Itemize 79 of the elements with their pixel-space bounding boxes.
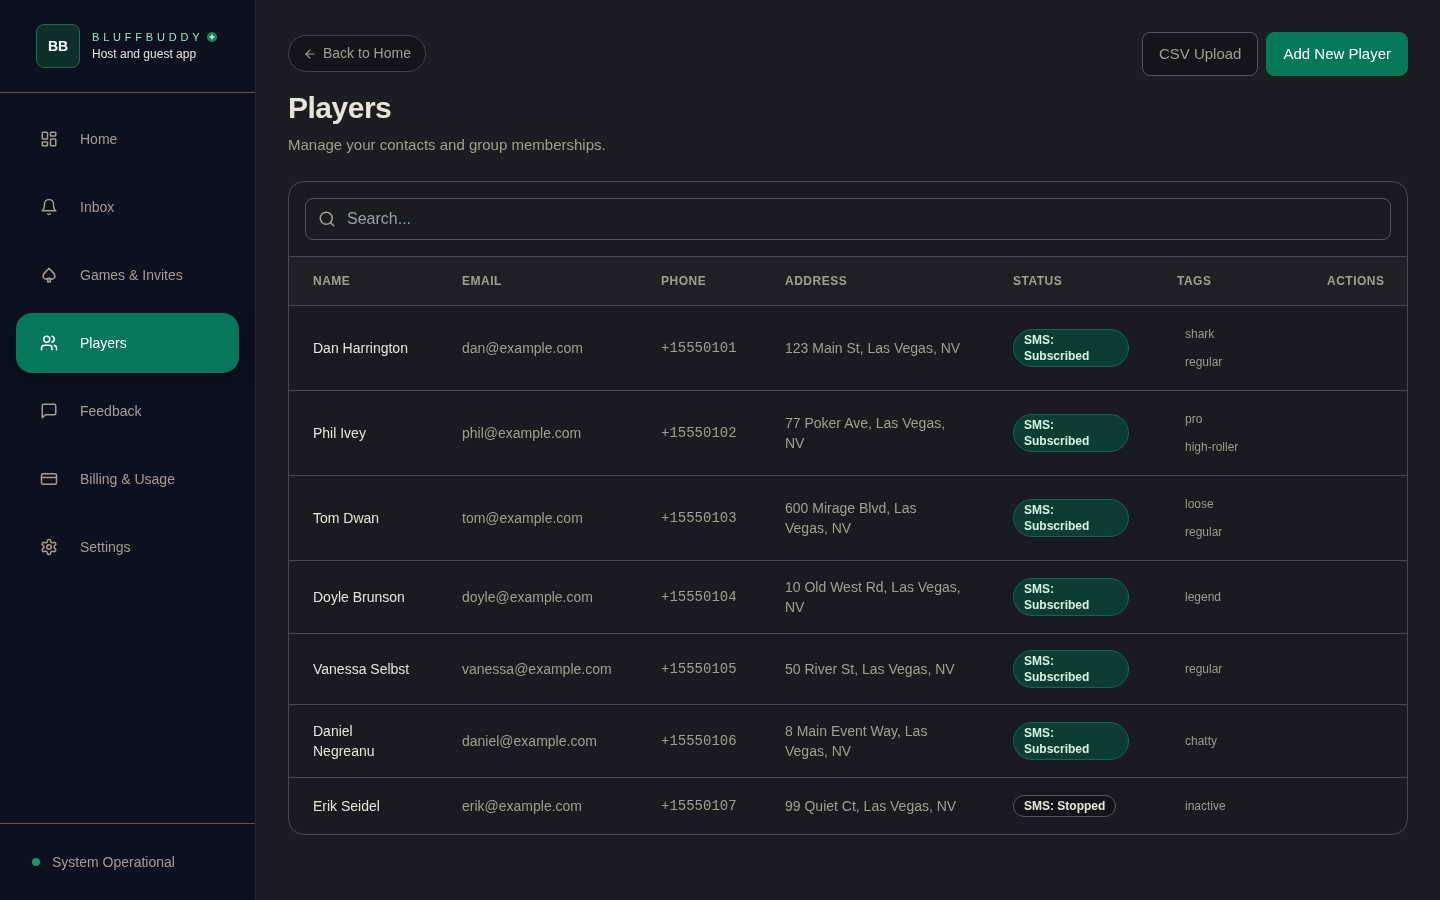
tag-text: regular [1184,353,1224,371]
back-button[interactable]: Back to Home [288,35,426,72]
address-text: 8 Main Event Way, Las Vegas, NV [785,721,929,761]
plus-circle-icon [207,32,218,42]
player-name: Doyle Brunson [313,588,405,605]
nav-item[interactable]: Billing & Usage [16,449,239,509]
credit-card-icon [40,470,58,488]
logo-tile: BB [36,24,80,68]
users-icon [40,334,58,352]
email-text: vanessa@example.com [462,660,612,677]
sms-status-badge: SMS: Subscribed [1013,498,1129,537]
address-text: 600 Mirage Blvd, Las Vegas, NV [785,498,918,538]
sms-status-badge: SMS: Subscribed [1013,328,1129,367]
tag-text: regular [1184,523,1224,541]
brand-tagline: Host and guest app [92,46,198,62]
phone-number: +15550103 [661,510,737,526]
column-header: PHONE [661,273,707,288]
sms-status-badge: SMS: Stopped [1013,794,1117,817]
tag-text: loose [1184,495,1215,513]
address-text: 50 River St, Las Vegas, NV [785,659,955,679]
address-text: 77 Poker Ave, Las Vegas, NV [785,413,947,453]
sms-status-badge: SMS: Subscribed [1013,577,1129,616]
sms-status-badge: SMS: Subscribed [1013,721,1129,760]
phone-number: +15550106 [661,733,737,749]
nav-item[interactable]: Inbox [16,177,239,237]
sms-status-badge: SMS: Subscribed [1013,649,1129,688]
address-text: 99 Quiet Ct, Las Vegas, NV [785,796,957,816]
gear-icon [40,538,58,556]
search-field[interactable]: Search... [305,198,1391,240]
add-player-button[interactable]: Add New Player [1266,32,1408,76]
player-name: Phil Ivey [313,424,366,441]
tag-text: inactive [1184,797,1227,815]
player-name: Vanessa Selbst [313,660,410,677]
status-dot-icon [32,858,40,866]
phone-number: +15550104 [661,589,737,605]
nav-item[interactable]: Settings [16,517,239,577]
tag-text: pro [1184,410,1204,428]
sms-status-badge: SMS: Subscribed [1013,413,1129,452]
tag-text: regular [1184,660,1224,678]
address-text: 123 Main St, Las Vegas, NV [785,338,961,358]
email-text: phil@example.com [462,424,582,441]
search-icon [318,210,336,228]
nav-item[interactable]: Games & Invites [16,245,239,305]
column-header: ACTIONS [1327,273,1385,288]
page-title: Players [288,90,393,126]
upload-button[interactable]: CSV Upload [1141,32,1259,76]
phone-number: +15550102 [661,425,737,441]
column-header: EMAIL [462,273,502,288]
email-text: tom@example.com [462,509,583,526]
player-name: Tom Dwan [313,509,380,526]
email-text: erik@example.com [462,797,583,814]
dashboard-grid-icon [40,130,58,148]
column-header: NAME [313,273,351,288]
address-text: 10 Old West Rd, Las Vegas, NV [785,577,962,617]
spade-icon [40,266,58,284]
phone-number: +15550107 [661,798,737,814]
email-text: dan@example.com [462,339,583,356]
tag-text: chatty [1184,732,1218,750]
tag-text: shark [1184,325,1216,343]
column-header: TAGS [1177,273,1212,288]
nav-item[interactable]: Feedback [16,381,239,441]
column-header: ADDRESS [785,273,848,288]
page-subtitle: Manage your contacts and group memberships. [288,135,607,155]
chat-bubble-icon [40,402,58,420]
tag-text: legend [1184,588,1223,606]
email-text: doyle@example.com [462,588,593,605]
nav-item[interactable]: Home [16,109,239,169]
email-text: daniel@example.com [462,732,597,749]
column-header: STATUS [1013,273,1063,288]
bell-icon [40,198,58,216]
system-status-text: System Operational [52,852,175,872]
player-name: Dan Harrington [313,339,408,356]
nav-item[interactable]: Players [16,313,239,373]
brand-name: BLUFFBUDDY [92,30,204,44]
player-name: Daniel Negreanu [313,722,375,759]
player-name: Erik Seidel [313,797,380,814]
tag-text: high-roller [1184,438,1240,456]
phone-number: +15550105 [661,661,737,677]
phone-number: +15550101 [661,340,737,356]
